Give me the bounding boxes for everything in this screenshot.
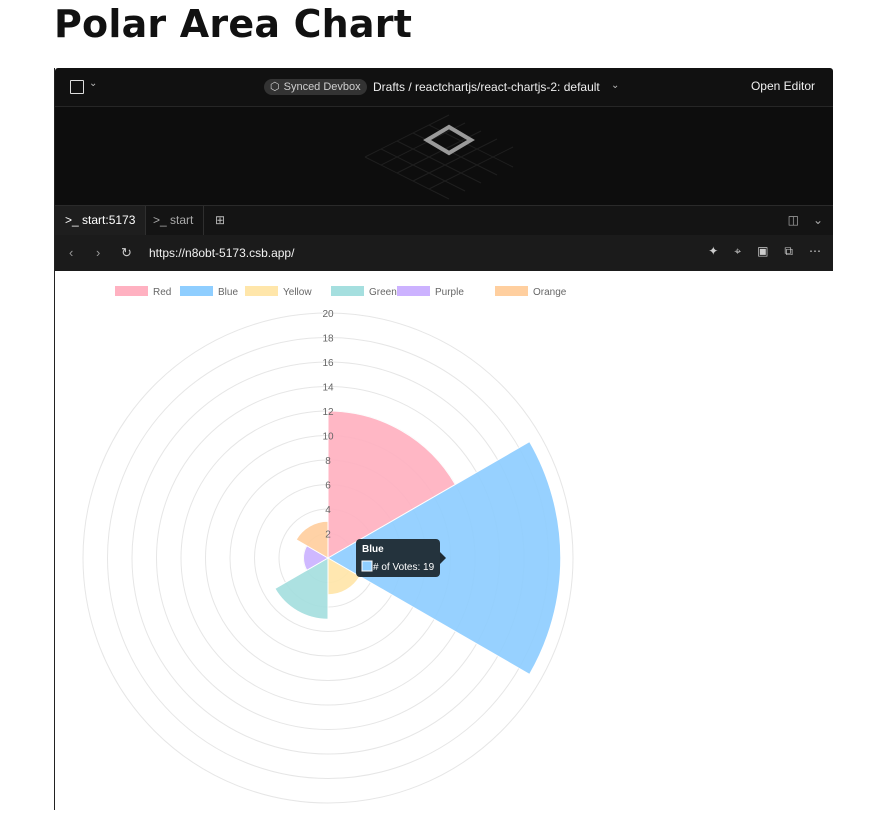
legend-item-green: Green	[331, 286, 397, 298]
legend-label: Yellow	[283, 287, 312, 298]
legend-label: Green	[369, 287, 397, 298]
tab-label: start	[170, 213, 194, 227]
chart-area: Red Blue Yellow Green Purple Orange 2 4 6 8 10 12 1…	[55, 271, 833, 810]
chevron-left-icon[interactable]: ‹	[69, 245, 73, 260]
tick-label: 2	[325, 530, 331, 541]
legend-item-blue: Blue	[180, 286, 238, 298]
devbox-preview	[55, 106, 833, 206]
split-view-icon[interactable]: ◫	[788, 213, 799, 227]
legend-item-red: Red	[115, 286, 171, 298]
chart-legend: Red Blue Yellow Green Purple Orange	[115, 286, 567, 298]
legend-swatch	[115, 286, 148, 296]
browser-urlbar: ‹ › ↻ https://n8obt-5173.csb.app/ ✦ ⌖ ▣ …	[55, 235, 833, 271]
tick-label: 20	[322, 309, 334, 320]
tick-label: 8	[325, 456, 331, 467]
chart-tooltip: Blue # of Votes: 19	[356, 539, 446, 577]
tab-label: start:5173	[82, 213, 136, 227]
tick-label: 12	[322, 407, 334, 418]
tick-label: 6	[325, 481, 331, 492]
url-input[interactable]: https://n8obt-5173.csb.app/	[149, 246, 294, 260]
legend-item-orange: Orange	[495, 286, 567, 298]
legend-swatch	[331, 286, 364, 296]
chevron-right-icon[interactable]: ›	[96, 245, 100, 260]
chevron-down-icon[interactable]: ⌄	[89, 78, 97, 89]
legend-label: Red	[153, 287, 171, 298]
terminal-prompt-icon: >_	[65, 213, 83, 227]
legend-swatch	[397, 286, 430, 296]
grid-diamond-illustration	[364, 114, 514, 200]
terminal-icon[interactable]: ▣	[757, 244, 768, 259]
page-title: Polar Area Chart	[54, 2, 413, 46]
slice-green	[274, 557, 329, 620]
legend-item-yellow: Yellow	[245, 286, 312, 298]
chevron-down-icon[interactable]: ⌄	[611, 80, 619, 91]
badge-label: Synced Devbox	[283, 81, 361, 93]
tick-label: 10	[322, 432, 334, 443]
legend-label: Purple	[435, 287, 464, 298]
synced-devbox-badge: ⬡ Synced Devbox	[264, 79, 367, 95]
crosshair-icon[interactable]: ⌖	[734, 244, 741, 259]
open-editor-button[interactable]: Open Editor	[751, 79, 815, 93]
legend-label: Orange	[533, 287, 567, 298]
tick-label: 4	[325, 505, 331, 516]
cube-icon: ⬡	[270, 81, 280, 93]
legend-label: Blue	[218, 287, 238, 298]
tooltip-swatch	[361, 560, 373, 572]
sparkle-icon[interactable]: ✦	[708, 244, 718, 259]
devbox-frame: ⌄ ⬡ Synced Devbox Drafts / reactchartjs/…	[54, 68, 833, 810]
terminal-tabbar: >_ start:5173 >_ start ⊞ ◫ ⌄	[55, 205, 833, 236]
plus-square-icon[interactable]: ⊞	[205, 206, 235, 235]
legend-swatch	[495, 286, 528, 296]
open-window-icon[interactable]: ⧉	[784, 244, 793, 259]
devbox-topbar: ⌄ ⬡ Synced Devbox Drafts / reactchartjs/…	[55, 68, 833, 106]
tick-label: 18	[322, 334, 334, 345]
breadcrumb[interactable]: Drafts / reactchartjs/react-chartjs-2: d…	[373, 80, 600, 94]
tick-label: 14	[322, 383, 334, 394]
legend-swatch	[245, 286, 278, 296]
reload-icon[interactable]: ↻	[121, 245, 132, 261]
square-menu-icon[interactable]	[70, 80, 84, 94]
legend-swatch	[180, 286, 213, 296]
chevron-down-icon[interactable]: ⌄	[813, 213, 823, 227]
more-icon[interactable]: ⋯	[809, 244, 821, 259]
tab-start[interactable]: >_ start	[143, 206, 205, 235]
legend-item-purple: Purple	[397, 286, 464, 298]
terminal-prompt-icon: >_	[153, 213, 171, 227]
polar-area-chart: Red Blue Yellow Green Purple Orange 2 4 6 8 10 12 1…	[82, 286, 574, 804]
tick-label: 16	[322, 358, 334, 369]
url-tools: ✦ ⌖ ▣ ⧉ ⋯	[708, 244, 821, 259]
tab-start-5173[interactable]: >_ start:5173	[55, 206, 147, 235]
tooltip-label: # of Votes: 19	[373, 562, 435, 573]
tooltip-title: Blue	[362, 544, 384, 555]
tabbar-tools: ◫ ⌄	[788, 213, 823, 227]
